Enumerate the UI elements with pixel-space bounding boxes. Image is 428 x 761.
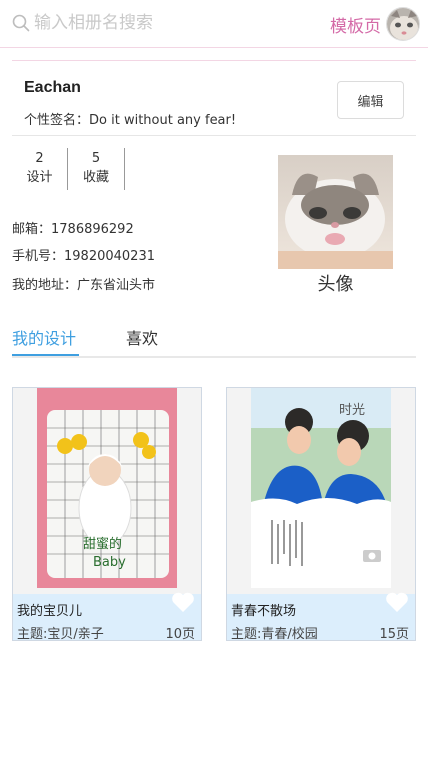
svg-text:Baby: Baby (93, 555, 126, 570)
tab-likes[interactable]: 喜欢 (126, 325, 158, 349)
signature: 个性签名：Do it without any fear! (24, 109, 236, 128)
phone-value: 19820040231 (64, 249, 155, 264)
template-page-link[interactable]: 模板页 (330, 12, 381, 37)
tab-bar: 我的设计 喜欢 (12, 320, 416, 358)
stats-row: 2 设计 5 收藏 (12, 148, 125, 190)
signature-label: 个性签名： (24, 113, 90, 128)
design-page-count: 15页 (379, 627, 409, 642)
stat-label: 收藏 (82, 170, 109, 185)
design-cover-image[interactable]: 甜蜜的 Baby (13, 388, 201, 594)
email-row: 邮箱：1786896292 (12, 218, 134, 237)
design-card-footer: 青春不散场 主题:青春/校园 15页 (227, 591, 415, 642)
address-value: 广东省汕头市 (77, 278, 156, 293)
heart-icon[interactable] (171, 591, 195, 613)
design-card[interactable]: 时光 青春不散场 主题:青春/校园 15页 (226, 387, 416, 642)
avatar[interactable] (386, 7, 420, 41)
top-bar: 模板页 (0, 0, 428, 48)
svg-text:时光: 时光 (339, 403, 365, 418)
svg-text:甜蜜的: 甜蜜的 (83, 536, 122, 552)
tab-my-designs[interactable]: 我的设计 (12, 325, 76, 349)
email-value: 1786896292 (51, 222, 134, 237)
heart-icon[interactable] (385, 591, 409, 613)
avatar-caption: 头像 (317, 274, 354, 295)
stat-designs[interactable]: 2 设计 (12, 148, 68, 190)
edit-button[interactable]: 编辑 (337, 81, 404, 119)
address-row: 我的地址：广东省汕头市 (12, 274, 155, 293)
stat-label: 设计 (26, 170, 53, 185)
design-cover-image[interactable]: 时光 (227, 388, 415, 594)
design-title: 我的宝贝儿 (17, 604, 83, 619)
username: Eachan (24, 79, 81, 96)
stat-value: 2 (35, 151, 44, 166)
active-tab-indicator (12, 354, 79, 356)
design-theme: 主题:青春/校园 (231, 627, 318, 642)
signature-text: Do it without any fear! (89, 113, 237, 128)
design-card-footer: 我的宝贝儿 主题:宝贝/亲子 10页 (13, 591, 201, 642)
design-theme: 主题:宝贝/亲子 (17, 627, 104, 642)
phone-row: 手机号：19820040231 (12, 245, 155, 264)
profile-avatar-image[interactable] (278, 155, 393, 269)
design-page-count: 10页 (165, 627, 195, 642)
phone-label: 手机号： (12, 249, 65, 264)
design-card[interactable]: 甜蜜的 Baby 我的宝贝儿 主题:宝贝/亲子 10页 (12, 387, 202, 642)
profile-header: Eachan 个性签名：Do it without any fear! 编辑 (12, 60, 416, 136)
search-input[interactable] (34, 9, 294, 37)
stat-value: 5 (91, 151, 101, 166)
address-label: 我的地址： (12, 278, 78, 293)
design-title: 青春不散场 (231, 604, 297, 619)
email-label: 邮箱： (12, 222, 52, 237)
search-icon (12, 14, 30, 32)
stat-favorites[interactable]: 5 收藏 (68, 148, 125, 190)
